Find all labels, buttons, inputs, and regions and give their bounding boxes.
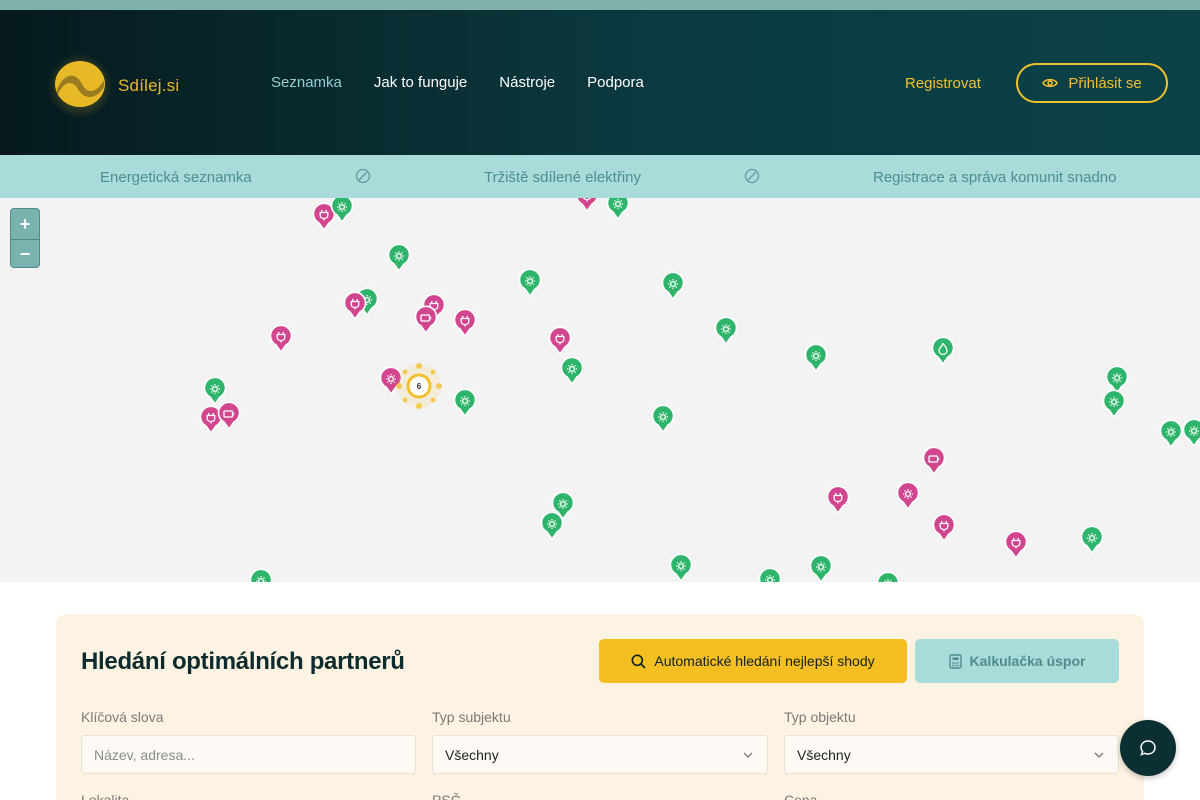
zoom-control: + − — [10, 208, 40, 268]
subject-type-value: Všechny — [445, 746, 499, 763]
calculator-icon — [948, 653, 962, 669]
feature-ticker: Energetická seznamka Tržiště sdílené ele… — [0, 155, 1200, 198]
sun-icon[interactable] — [518, 268, 542, 299]
postcode-label: PSČ — [432, 792, 461, 800]
sun-icon[interactable] — [1182, 418, 1200, 449]
sun-icon[interactable] — [804, 343, 828, 374]
search-icon — [631, 654, 646, 669]
sun-icon[interactable] — [540, 511, 564, 542]
auto-match-button[interactable]: Automatické hledání nejlepší shody — [599, 639, 907, 683]
nav-item-jak-to-funguje[interactable]: Jak to funguje — [374, 74, 467, 91]
zoom-in-button[interactable]: + — [11, 209, 39, 239]
price-label: Cena — [784, 792, 818, 800]
sun-icon[interactable] — [1102, 389, 1126, 420]
keywords-input[interactable] — [94, 746, 415, 763]
flame-icon[interactable] — [931, 336, 955, 367]
ticker-item: Registrace a správa komunit snadno — [873, 169, 1117, 186]
partner-search-panel: Hledání optimálních partnerů Automatické… — [56, 614, 1144, 800]
sun-icon[interactable] — [249, 568, 273, 582]
ticker-item: Energetická seznamka — [100, 169, 252, 186]
sun-icon[interactable] — [758, 567, 782, 582]
savings-calculator-label: Kalkulačka úspor — [969, 653, 1086, 669]
chat-button[interactable] — [1120, 720, 1176, 776]
site-header: Sdílej.si Seznamka Jak to funguje Nástro… — [0, 10, 1200, 155]
ticker-item: Tržiště sdílené elektřiny — [484, 169, 642, 186]
main-nav: Seznamka Jak to funguje Nástroje Podpora — [271, 74, 644, 91]
sun-icon[interactable] — [387, 243, 411, 274]
battery-icon[interactable] — [217, 401, 241, 432]
login-button[interactable]: Přihlásit se — [1016, 63, 1168, 103]
plug-icon[interactable] — [1004, 530, 1028, 561]
chevron-down-icon — [743, 752, 753, 758]
auto-match-label: Automatické hledání nejlepší shody — [654, 653, 875, 669]
sun-icon[interactable] — [453, 388, 477, 419]
cluster-count: 6 — [417, 382, 422, 391]
plug-icon[interactable] — [343, 291, 367, 322]
brand-name: Sdílej.si — [118, 76, 180, 95]
location-label: Lokalita — [81, 792, 130, 800]
zoom-out-button[interactable]: − — [11, 239, 39, 267]
sun-icon[interactable] — [661, 271, 685, 302]
search-title: Hledání optimálních partnerů — [81, 648, 405, 675]
keywords-label: Klíčová slova — [81, 709, 164, 725]
sun-icon[interactable] — [330, 198, 354, 225]
chevron-down-icon — [1094, 752, 1104, 758]
sun-icon[interactable] — [896, 481, 920, 512]
plug-icon[interactable] — [826, 485, 850, 516]
leaf-icon — [355, 168, 371, 184]
sun-icon[interactable] — [560, 356, 584, 387]
sun-icon[interactable] — [809, 554, 833, 582]
sun-icon[interactable] — [669, 553, 693, 582]
cluster-marker[interactable]: 6 — [393, 360, 445, 412]
sun-icon[interactable] — [606, 198, 630, 222]
top-accent-strip — [0, 0, 1200, 10]
plug-icon[interactable] — [269, 324, 293, 355]
plug-icon[interactable] — [932, 513, 956, 544]
leaf-icon — [744, 168, 760, 184]
subject-type-label: Typ subjektu — [432, 709, 511, 725]
plug-icon[interactable] — [548, 326, 572, 357]
battery-icon[interactable] — [414, 305, 438, 336]
community-map[interactable]: 6 + − — [0, 198, 1200, 582]
battery-icon[interactable] — [922, 446, 946, 477]
subject-type-select[interactable]: Všechny — [432, 735, 768, 774]
savings-calculator-button[interactable]: Kalkulačka úspor — [915, 639, 1119, 683]
sun-icon[interactable] — [1159, 419, 1183, 450]
logo[interactable]: Sdílej.si — [48, 54, 188, 118]
object-type-label: Typ objektu — [784, 709, 856, 725]
eye-icon — [1042, 78, 1059, 88]
nav-item-nastroje[interactable]: Nástroje — [499, 74, 555, 91]
sun-icon[interactable] — [1080, 525, 1104, 556]
plug-icon[interactable] — [575, 198, 599, 214]
logo-mark-icon — [55, 61, 105, 107]
object-type-select[interactable]: Všechny — [784, 735, 1119, 774]
login-label: Přihlásit se — [1068, 74, 1142, 92]
sun-icon[interactable] — [714, 316, 738, 347]
keywords-field — [81, 735, 416, 774]
sun-icon[interactable] — [876, 571, 900, 582]
plug-icon[interactable] — [453, 308, 477, 339]
register-link[interactable]: Registrovat — [905, 75, 981, 92]
sun-icon[interactable] — [651, 404, 675, 435]
chat-bubble-icon — [1140, 740, 1156, 756]
nav-item-podpora[interactable]: Podpora — [587, 74, 644, 91]
nav-item-seznamka[interactable]: Seznamka — [271, 74, 342, 91]
object-type-value: Všechny — [797, 746, 851, 763]
